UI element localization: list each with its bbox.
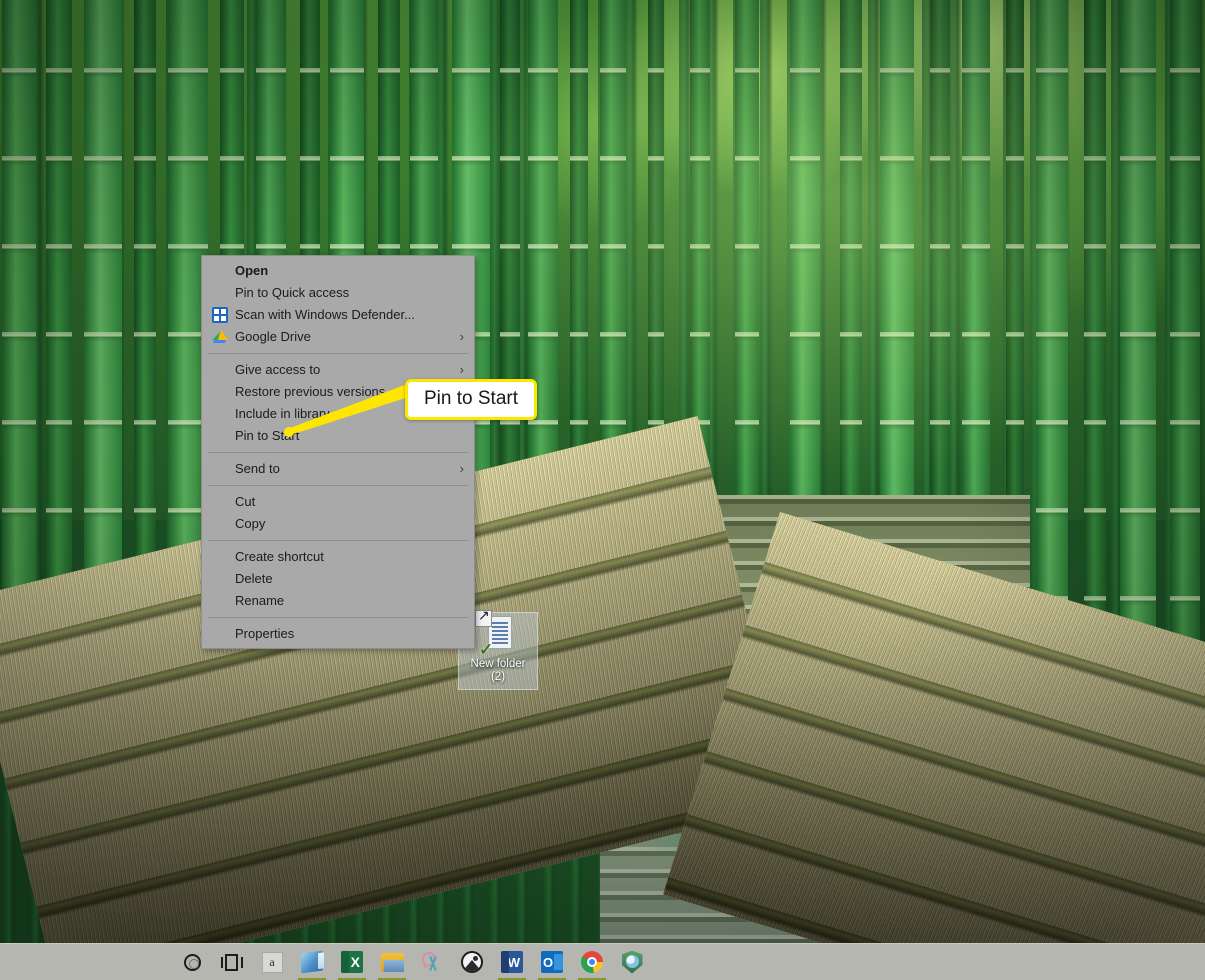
file-explorer-icon[interactable] bbox=[380, 952, 404, 972]
menu-item-scan-with-windows-defender[interactable]: Scan with Windows Defender... bbox=[202, 304, 474, 326]
menu-item-label: Pin to Quick access bbox=[235, 285, 350, 300]
outlook-icon[interactable]: O bbox=[541, 951, 563, 973]
green-check-icon: ✓ bbox=[479, 640, 494, 659]
menu-item-cut[interactable]: Cut bbox=[202, 491, 474, 513]
taskbar-app-chrome[interactable] bbox=[572, 944, 612, 980]
menu-item-label: Pin to Start bbox=[235, 428, 300, 443]
menu-item-open[interactable]: Open bbox=[202, 260, 474, 282]
snipping-tool-icon[interactable] bbox=[420, 950, 443, 973]
chevron-right-icon: › bbox=[459, 461, 464, 476]
taskbar[interactable]: a X W O bbox=[0, 943, 1205, 980]
bamboo-stalk bbox=[735, 0, 759, 530]
taskbar-app-snipping-tool[interactable] bbox=[412, 944, 452, 980]
menu-separator bbox=[208, 540, 468, 541]
menu-separator bbox=[208, 452, 468, 453]
menu-item-label: Open bbox=[235, 263, 269, 278]
menu-item-send-to[interactable]: Send to › bbox=[202, 458, 474, 480]
menu-item-delete[interactable]: Delete bbox=[202, 568, 474, 590]
taskbar-ime-indicator[interactable]: a bbox=[252, 944, 292, 980]
desktop-wallpaper bbox=[0, 0, 1205, 943]
blue-app-icon[interactable] bbox=[301, 950, 323, 974]
bamboo-stalk bbox=[1036, 0, 1068, 670]
taskbar-app-outlook[interactable]: O bbox=[532, 944, 572, 980]
menu-item-label: Cut bbox=[235, 494, 256, 509]
taskbar-task-view-button[interactable] bbox=[212, 944, 252, 980]
menu-item-give-access-to[interactable]: Give access to › bbox=[202, 359, 474, 381]
menu-item-label: Rename bbox=[235, 593, 285, 608]
desktop-icon-label-line2: (2) bbox=[490, 671, 506, 683]
chevron-right-icon: › bbox=[459, 329, 464, 344]
menu-item-label: Include in library bbox=[235, 406, 330, 421]
menu-item-label: Delete bbox=[235, 571, 273, 586]
task-view-icon[interactable] bbox=[221, 953, 243, 971]
menu-item-label: Scan with Windows Defender... bbox=[235, 307, 415, 322]
bamboo-stalk bbox=[1170, 0, 1200, 710]
search-icon[interactable] bbox=[183, 953, 201, 971]
menu-item-pin-to-quick-access[interactable]: Pin to Quick access bbox=[202, 282, 474, 304]
menu-item-label: Properties bbox=[235, 626, 295, 641]
menu-item-google-drive[interactable]: Google Drive › bbox=[202, 326, 474, 348]
security-shield-icon[interactable] bbox=[621, 950, 643, 974]
taskbar-start-area[interactable] bbox=[0, 944, 172, 980]
menu-separator bbox=[208, 617, 468, 618]
taskbar-app-file-explorer[interactable] bbox=[372, 944, 412, 980]
callout-text: Pin to Start bbox=[424, 388, 518, 409]
desktop-icon-label-line1: New folder bbox=[470, 658, 526, 670]
folder-shortcut-icon: ✓ bbox=[475, 607, 521, 659]
taskbar-app-photos[interactable] bbox=[452, 944, 492, 980]
taskbar-app-sticky-notes[interactable] bbox=[292, 944, 332, 980]
windows-defender-icon bbox=[212, 307, 228, 323]
menu-separator bbox=[208, 353, 468, 354]
desktop-icon-label: New folder (2) bbox=[471, 658, 526, 684]
ime-indicator-icon[interactable]: a bbox=[261, 951, 283, 973]
context-menu[interactable]: Open Pin to Quick access Scan with Windo… bbox=[201, 255, 475, 649]
excel-icon[interactable]: X bbox=[341, 951, 363, 973]
photos-icon[interactable] bbox=[461, 951, 483, 973]
taskbar-app-excel[interactable]: X bbox=[332, 944, 372, 980]
bamboo-stalk bbox=[1084, 0, 1106, 650]
menu-item-copy[interactable]: Copy bbox=[202, 513, 474, 535]
menu-item-rename[interactable]: Rename bbox=[202, 590, 474, 612]
menu-item-properties[interactable]: Properties bbox=[202, 623, 474, 645]
menu-item-label: Copy bbox=[235, 516, 266, 531]
chevron-right-icon: › bbox=[459, 362, 464, 377]
menu-item-label: Create shortcut bbox=[235, 549, 324, 564]
word-icon[interactable]: W bbox=[501, 951, 523, 973]
callout-label: Pin to Start bbox=[405, 379, 537, 420]
desktop-screen: ✓ New folder (2) Open Pin to Quick acces… bbox=[0, 0, 1205, 980]
shortcut-arrow-icon bbox=[475, 607, 492, 627]
bamboo-stalk bbox=[790, 0, 820, 570]
menu-item-label: Restore previous versions bbox=[235, 384, 386, 399]
menu-item-label: Give access to bbox=[235, 362, 321, 377]
taskbar-app-word[interactable]: W bbox=[492, 944, 532, 980]
taskbar-search-button[interactable] bbox=[172, 944, 212, 980]
menu-separator bbox=[208, 485, 468, 486]
bamboo-stalk bbox=[1120, 0, 1156, 690]
menu-item-pin-to-start[interactable]: Pin to Start bbox=[202, 425, 474, 447]
menu-item-label: Send to bbox=[235, 461, 280, 476]
menu-item-label: Google Drive bbox=[235, 329, 311, 344]
google-drive-icon bbox=[212, 329, 228, 345]
chrome-icon[interactable] bbox=[581, 951, 603, 973]
menu-item-create-shortcut[interactable]: Create shortcut bbox=[202, 546, 474, 568]
taskbar-app-security[interactable] bbox=[612, 944, 652, 980]
